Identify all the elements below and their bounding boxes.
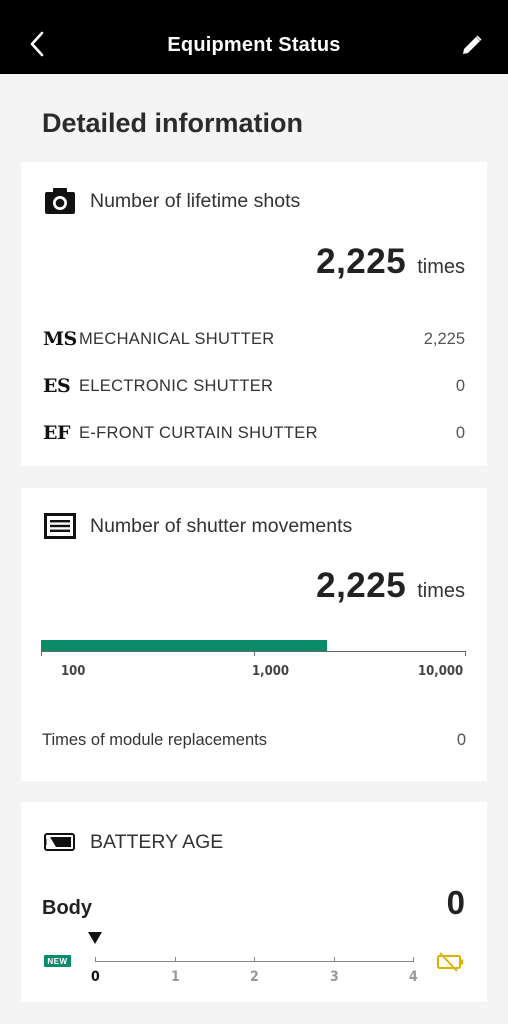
shutter-row-efront: EF E-FRONT CURTAIN SHUTTER 0 — [43, 418, 465, 448]
section-heading: Detailed information — [42, 108, 304, 138]
top-bar: Equipment Status — [0, 0, 508, 74]
body-value: 0 — [446, 884, 465, 921]
battery-scale-label: 1 — [171, 969, 180, 985]
battery-age-card: BATTERY AGE Body 0 NEW 0 1 2 3 4 — [21, 802, 487, 1002]
shutter-name: ELECTRONIC SHUTTER — [79, 376, 274, 395]
shutter-movements-card: Number of shutter movements 2,225 times … — [21, 488, 487, 781]
shutter-row-mechanical: MS MECHANICAL SHUTTER 2,225 — [43, 324, 465, 354]
lifetime-shots-unit: times — [417, 256, 465, 278]
shutter-count: 0 — [455, 423, 465, 442]
scale-tick — [253, 651, 255, 656]
shutter-abbr: ES — [43, 375, 71, 397]
battery-scale-label: 0 — [91, 969, 100, 985]
scale-tick — [413, 957, 414, 962]
shutter-movements-total: 2,225 times — [316, 566, 465, 606]
battery-scale-label: 2 — [250, 969, 259, 985]
shutter-abbr: MS — [43, 328, 77, 350]
shutter-row-electronic: ES ELECTRONIC SHUTTER 0 — [43, 371, 465, 401]
scale-tick — [465, 651, 466, 656]
lifetime-shots-count: 2,225 — [316, 242, 407, 281]
scale-tick — [254, 957, 255, 962]
scale-label-mid: 1,000 — [252, 664, 289, 679]
body-label: Body — [42, 897, 92, 919]
lifetime-shots-card: Number of lifetime shots 2,225 times MS … — [21, 162, 487, 466]
module-replacements-row: Times of module replacements 0 — [42, 731, 466, 750]
shutter-progress-fill — [41, 640, 328, 651]
camera-icon — [44, 187, 76, 215]
shutter-name: MECHANICAL SHUTTER — [79, 329, 275, 348]
shutter-count: 0 — [455, 376, 465, 395]
scale-tick — [95, 957, 96, 962]
battery-level-marker — [88, 932, 102, 944]
shutter-count: 2,225 — [423, 329, 465, 348]
battery-scale-label: 3 — [330, 969, 339, 985]
shutter-progress-bar — [41, 638, 466, 656]
scale-label-max: 10,000 — [418, 664, 464, 679]
lifetime-shots-header: Number of lifetime shots — [44, 187, 300, 215]
edit-button[interactable] — [456, 28, 488, 62]
module-replacements-value: 0 — [456, 731, 466, 749]
module-replacements-label: Times of module replacements — [42, 731, 267, 749]
scale-tick — [175, 957, 176, 962]
low-battery-icon — [437, 952, 463, 972]
battery-age-label: BATTERY AGE — [90, 830, 224, 853]
shutter-icon — [44, 512, 76, 540]
scale-tick — [334, 957, 335, 962]
shutter-name: E-FRONT CURTAIN SHUTTER — [79, 423, 318, 442]
shutter-movements-count: 2,225 — [316, 566, 407, 605]
scale-tick — [41, 651, 42, 656]
shutter-abbr: EF — [43, 422, 70, 444]
scale-label-min: 100 — [61, 664, 86, 679]
battery-scale-label: 4 — [409, 969, 418, 985]
battery-icon — [44, 828, 76, 856]
battery-age-header: BATTERY AGE — [44, 828, 223, 856]
lifetime-shots-label: Number of lifetime shots — [90, 189, 301, 212]
shutter-movements-header: Number of shutter movements — [44, 512, 352, 540]
shutter-movements-label: Number of shutter movements — [90, 514, 353, 537]
shutter-movements-unit: times — [417, 580, 465, 602]
lifetime-shots-total: 2,225 times — [316, 242, 465, 282]
new-badge: NEW — [44, 955, 71, 967]
page-title: Equipment Status — [167, 34, 341, 56]
pencil-icon — [463, 35, 482, 54]
